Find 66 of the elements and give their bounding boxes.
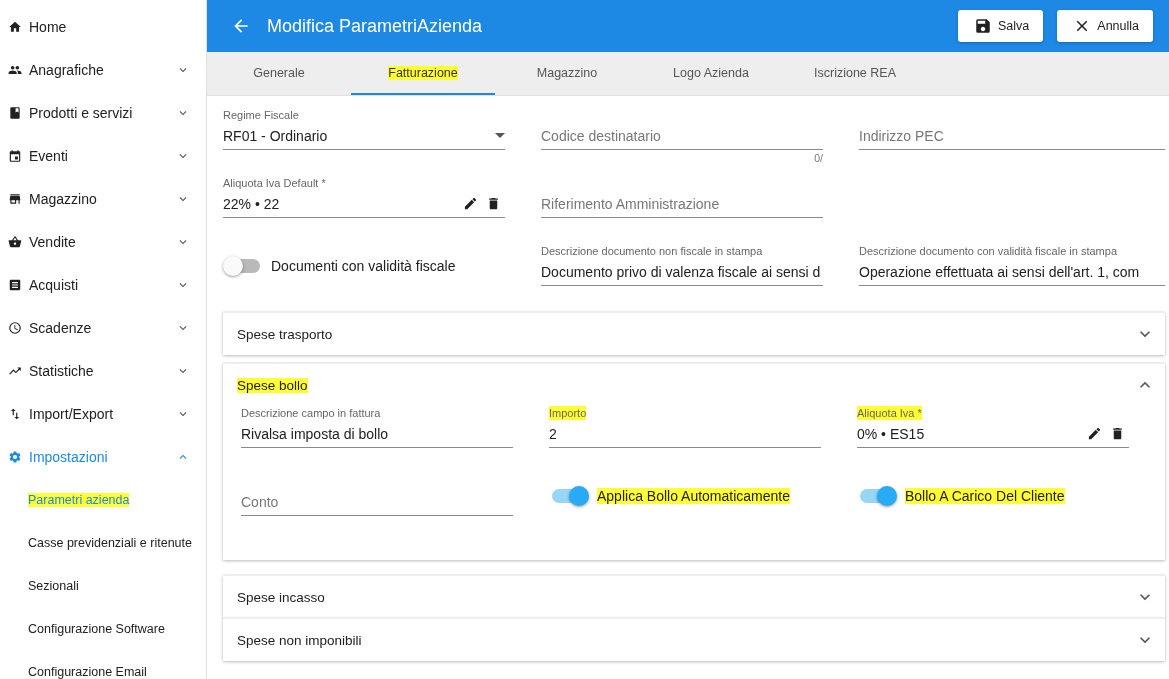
- nav-item[interactable]: Vendite: [0, 220, 206, 263]
- edit-icon: [1087, 426, 1102, 441]
- tab[interactable]: Generale: [207, 52, 351, 95]
- input-field[interactable]: Indirizzo PEC: [859, 125, 1165, 146]
- nav-subitem[interactable]: Casse previdenziali e ritenute: [0, 521, 206, 564]
- tab[interactable]: Iscrizione REA: [783, 52, 927, 95]
- field-label: Descrizione documento con validità fiscale in stampa: [859, 244, 1118, 258]
- nav-item[interactable]: Acquisti: [0, 263, 206, 306]
- tab[interactable]: Magazzino: [495, 52, 639, 95]
- toggle-switch[interactable]: [226, 259, 260, 273]
- input-field[interactable]: Codice destinatario: [541, 125, 823, 146]
- page-title: Modifica ParametriAzienda: [267, 15, 484, 37]
- nav-item[interactable]: Home: [0, 5, 206, 48]
- home-icon: [8, 19, 22, 34]
- nav-subitem[interactable]: Configurazione Software: [0, 607, 206, 650]
- nav-item[interactable]: Eventi: [0, 134, 206, 177]
- panel-header[interactable]: Spese bollo: [223, 364, 1165, 406]
- edit-icon: [463, 196, 478, 211]
- delete-icon: [486, 196, 501, 211]
- book-icon: [8, 105, 22, 120]
- arrows-icon: [8, 406, 22, 421]
- dropdown-caret-icon: [495, 133, 505, 138]
- input-field[interactable]: 2: [549, 423, 821, 444]
- input-field[interactable]: Operazione effettuata ai sensi dell'art. 1, com: [859, 261, 1165, 282]
- clock-icon: [8, 320, 22, 335]
- panel-header[interactable]: Spese trasporto: [223, 313, 1165, 355]
- nav-item[interactable]: Scadenze: [0, 306, 206, 349]
- store-icon: [8, 191, 22, 206]
- calendar-icon: [8, 148, 22, 163]
- settings-icon: [8, 449, 22, 464]
- field-label: Regime Fiscale: [223, 108, 299, 122]
- tab[interactable]: Logo Azienda: [639, 52, 783, 95]
- nav-item[interactable]: Impostazioni: [0, 435, 206, 478]
- field-label: Descrizione documento non fiscale in stampa: [541, 244, 763, 258]
- select-field[interactable]: RF01 - Ordinario: [223, 125, 485, 146]
- input-field[interactable]: Conto: [241, 491, 513, 512]
- delete-icon: [1110, 426, 1125, 441]
- nav-item[interactable]: Statistiche: [0, 349, 206, 392]
- toggle-switch[interactable]: [552, 489, 586, 503]
- input-field[interactable]: Documento privo di valenza fiscale ai sensi d: [541, 261, 823, 282]
- panel-header[interactable]: Spese non imponibili: [223, 619, 1165, 661]
- input-field[interactable]: 22% • 22: [223, 193, 453, 214]
- input-field[interactable]: Riferimento Amministrazione: [541, 193, 823, 214]
- field-label: Aliquota Iva Default *: [223, 176, 326, 190]
- field-label: Aliquota Iva *: [857, 406, 922, 420]
- field-label: Descrizione campo in fattura: [241, 406, 381, 420]
- basket-icon: [8, 234, 22, 249]
- toggle-label: Bollo A Carico Del Cliente: [905, 488, 1065, 504]
- toggle-switch[interactable]: [860, 489, 894, 503]
- panel-header[interactable]: Spese incasso: [223, 576, 1165, 618]
- field-label: Importo: [549, 406, 587, 420]
- input-field[interactable]: Rivalsa imposta di bollo: [241, 423, 513, 444]
- nav-item[interactable]: Anagrafiche: [0, 48, 206, 91]
- save-button[interactable]: Salva: [958, 10, 1044, 42]
- nav-subitem[interactable]: Sezionali: [0, 564, 206, 607]
- nav-item[interactable]: Magazzino: [0, 177, 206, 220]
- toggle-label: Documenti con validità fiscale: [271, 258, 456, 274]
- character-counter: 0/: [814, 152, 823, 164]
- toggle-label: Applica Bollo Automaticamente: [597, 488, 790, 504]
- tab[interactable]: Fatturazione: [351, 52, 495, 95]
- input-field[interactable]: 0% • ES15: [857, 423, 1077, 444]
- nav-item[interactable]: Import/Export: [0, 392, 206, 435]
- nav-subitem[interactable]: Configurazione Email: [0, 650, 206, 679]
- cancel-button[interactable]: Annulla: [1057, 10, 1153, 42]
- nav-item[interactable]: Prodotti e servizi: [0, 91, 206, 134]
- list-icon: [8, 277, 22, 292]
